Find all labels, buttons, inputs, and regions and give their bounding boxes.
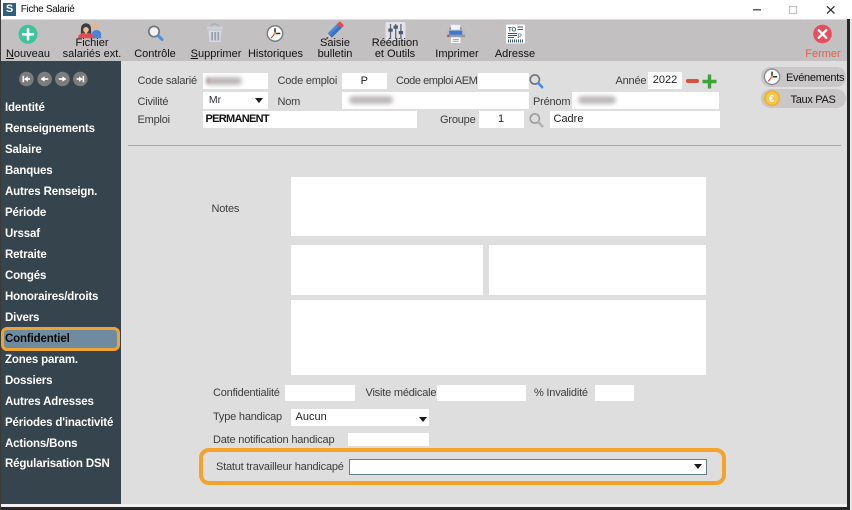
svg-text:€: € [769,94,775,105]
svg-text:P: P [518,33,523,40]
svg-text:TO: TO [508,28,517,34]
